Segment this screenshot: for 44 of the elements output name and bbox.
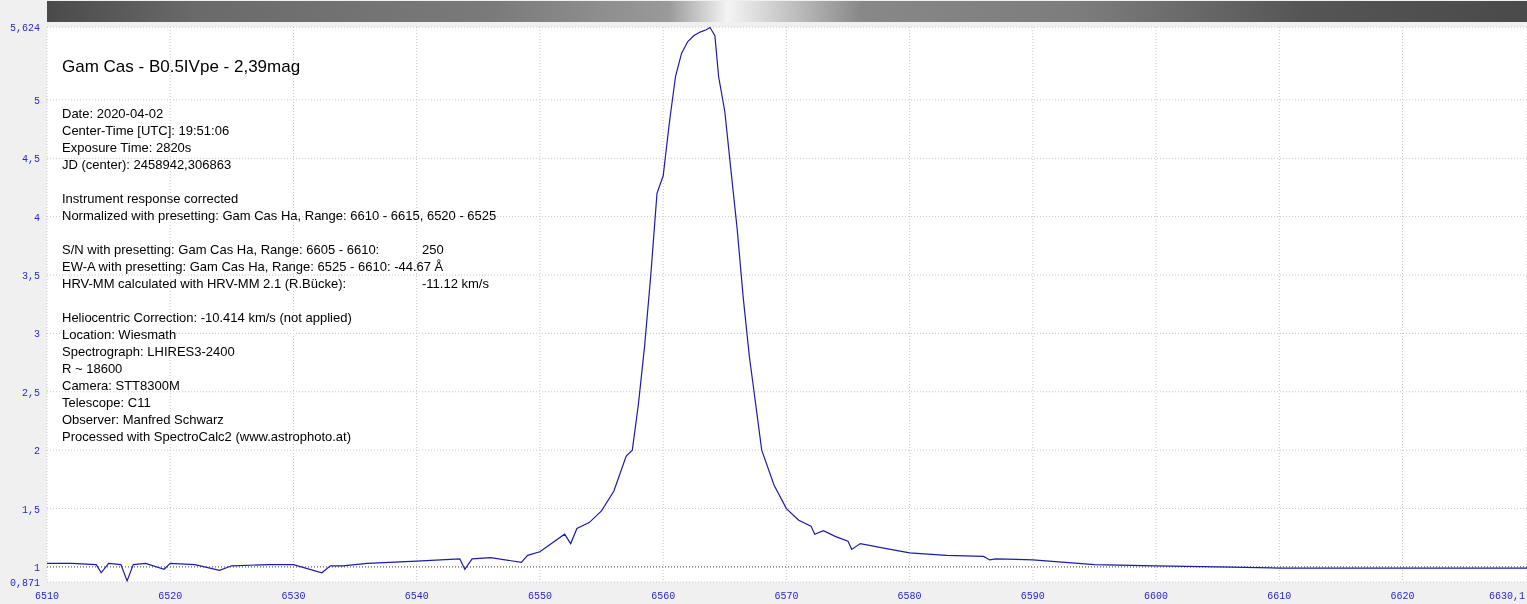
y-tick-label: 4 (34, 212, 40, 224)
x-tick-label: 6530 (281, 591, 306, 602)
info-line: HRV-MM calculated with HRV-MM 2.1 (R.Bücke): (62, 275, 348, 292)
x-tick-label: 6600 (1144, 591, 1169, 602)
x-tick-label: 6560 (651, 591, 676, 602)
info-line: JD (center): 2458942,306863 (62, 156, 233, 173)
info-line: Observer: Manfred Schwarz (62, 411, 225, 428)
info-line: Normalized with presetting: Gam Cas Ha, Range: 6610 - 6615, 6520 - 6525 (62, 207, 497, 224)
info-line: Telescope: C11 (62, 394, 152, 411)
info-line: Instrument response corrected (62, 190, 240, 207)
info-line: Processed with SpectroCalc2 (www.astrophoto.at) (62, 428, 352, 445)
y-tick-label: 0,871 (10, 578, 40, 589)
y-tick-label: 2 (34, 446, 40, 458)
y-tick-label: 4,5 (22, 154, 40, 166)
x-tick-label: 6580 (897, 591, 922, 602)
info-line: Center-Time [UTC]: 19:51:06 (62, 122, 231, 139)
info-value: -11.12 km/s (422, 275, 489, 292)
y-tick-label: 2,5 (22, 387, 40, 399)
x-tick-label: 6510 (35, 591, 59, 602)
y-tick-label: 5 (34, 95, 40, 107)
x-tick-label: 6570 (774, 591, 799, 602)
info-line: Spectrograph: LHIRES3-2400 (62, 343, 236, 360)
x-tick-label: 6540 (404, 591, 429, 602)
y-tick-label: 1,5 (22, 504, 40, 516)
y-tick-label: 1 (34, 562, 40, 574)
info-line: Camera: STT8300M (62, 377, 181, 394)
info-value: 250 (422, 241, 444, 258)
y-tick-label: 3 (34, 329, 40, 341)
info-line: Location: Wiesmath (62, 326, 178, 343)
y-tick-label: 3,5 (22, 271, 40, 282)
x-tick-label: 6520 (158, 591, 183, 602)
y-tick-label: 5,624 (10, 24, 40, 34)
info-line: S/N with presetting: Gam Cas Ha, Range: 6605 - 6610: (62, 241, 381, 258)
info-line: EW-A with presetting: Gam Cas Ha, Range: 6525 - 6610: -44.67 Å (62, 258, 445, 275)
x-tick-label: 6550 (527, 591, 552, 602)
info-line: Date: 2020-04-02 (62, 105, 165, 122)
info-line: R ~ 18600 (62, 360, 124, 377)
info-line: Heliocentric Correction: -10.414 km/s (not applied) (62, 309, 353, 326)
info-line: Exposure Time: 2820s (62, 139, 193, 156)
x-tick-label: 6590 (1020, 591, 1045, 602)
chart-title: Gam Cas - B0.5IVpe - 2,39mag (62, 56, 302, 78)
x-tick-label: 6610 (1267, 591, 1292, 602)
x-tick-label: 6630,1 (1489, 591, 1525, 602)
x-tick-label: 6620 (1390, 591, 1415, 602)
